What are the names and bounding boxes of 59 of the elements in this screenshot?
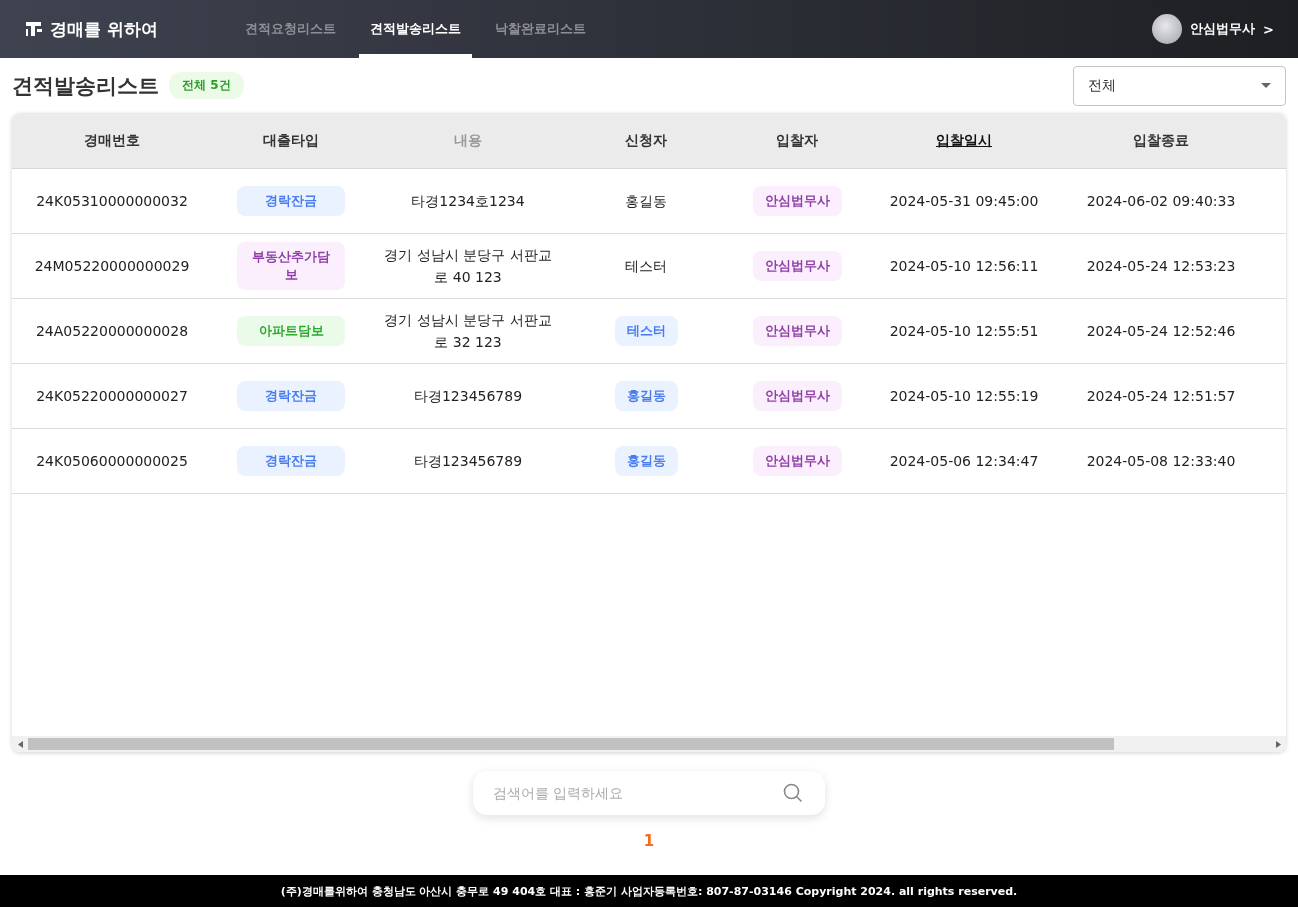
table-cell-text: 2024-05-10 12:55:51 [888, 322, 1040, 341]
count-badge: 전체 5건 [169, 72, 244, 99]
column-header: 내용 [453, 130, 483, 150]
scroll-right-icon[interactable] [1275, 740, 1281, 748]
loan-type-tag: 경락잔금 [237, 381, 345, 411]
table-cell-text: 2024-05-10 12:56:11 [888, 257, 1040, 276]
avatar [1152, 14, 1183, 44]
footer-text: (주)경매를위하여 충청남도 아산시 충무로 49 404호 대표 : 홍준기 사업자등록번호: 807-87-03146 Copyright 2024. all rights reserved. [0, 875, 1298, 907]
table-cell-text: 2024-05-31 09:45:00 [888, 192, 1040, 211]
table-cell-text: 경기 성남시 분당구 서판교로 40 123 [383, 246, 553, 287]
applicant-tag: 홍길동 [614, 446, 678, 476]
table-cell-text: 타경1234호1234 [410, 192, 526, 211]
table-cell-text: 2024-05-10 12:55:19 [888, 387, 1040, 406]
logo-text: 경매를 위하여 [50, 17, 158, 41]
table-cell-text: 타경123456789 [412, 452, 524, 471]
loan-type-tag: 아파트담보 [237, 316, 345, 346]
table-cell-text: 경기 성남시 분당구 서판교로 32 123 [383, 311, 553, 352]
loan-type-tag: 경락잔금 [237, 446, 345, 476]
applicant-tag: 테스터 [614, 316, 678, 346]
column-header: 대출타입 [262, 130, 320, 150]
table-cell-text: 24A05220000000028 [34, 322, 190, 341]
column-header: 신청자 [624, 130, 668, 150]
table-cell-text: 24K05220000000027 [35, 387, 189, 406]
nav-tab[interactable]: 낙찰완료리스트 [484, 0, 597, 58]
user-menu[interactable]: 안심법무사 > [1152, 0, 1274, 58]
logo-icon [24, 21, 44, 37]
table-cell-text: 2024-05-24 12:51:57 [1085, 387, 1237, 406]
table-cell-text: 24M05220000000029 [33, 257, 191, 276]
scroll-left-icon[interactable] [17, 740, 23, 748]
table-cell-text: 2024-05-06 12:34:47 [888, 452, 1040, 471]
table-cell-text: 테스터 [624, 257, 668, 276]
applicant-tag: 홍길동 [614, 381, 678, 411]
loan-type-tag: 부동산추가담보 [237, 242, 345, 290]
bidder-tag: 안심법무사 [752, 316, 842, 346]
search-icon[interactable] [783, 783, 803, 803]
table-cell-text: 2024-05-08 12:33:40 [1085, 452, 1237, 471]
table-cell-text: 24K05060000000025 [35, 452, 189, 471]
horizontal-scrollbar[interactable] [12, 736, 1286, 752]
page-title: 견적발송리스트 [12, 72, 159, 100]
bidder-tag: 안심법무사 [752, 446, 842, 476]
table-cell-text: 2024-05-24 12:52:46 [1085, 322, 1237, 341]
column-header: 입찰종료 [1132, 130, 1190, 150]
table-cell-text: 타경123456789 [412, 387, 524, 406]
column-header: 입찰자 [775, 130, 819, 150]
bidder-tag: 안심법무사 [752, 186, 842, 216]
search-field[interactable]: 검색어를 입력하세요 [473, 771, 825, 815]
caret-icon [1261, 83, 1271, 88]
bidder-tag: 안심법무사 [752, 381, 842, 411]
table-cell-text: 홍길동 [624, 192, 668, 211]
nav-tab[interactable]: 견적발송리스트 [359, 0, 472, 58]
loan-type-tag: 경락잔금 [237, 186, 345, 216]
filter-dropdown[interactable]: 전체 [1073, 65, 1286, 106]
nav-tab[interactable]: 견적요청리스트 [234, 0, 347, 58]
table-cell-text: 2024-06-02 09:40:33 [1085, 192, 1237, 211]
column-header[interactable]: 입찰일시 [868, 113, 1060, 168]
table-cell-text: 24K05310000000032 [35, 192, 189, 211]
table-cell-text: 2024-05-24 12:53:23 [1085, 257, 1237, 276]
column-header: 경매번호 [83, 130, 141, 150]
bidder-tag: 안심법무사 [752, 251, 842, 281]
